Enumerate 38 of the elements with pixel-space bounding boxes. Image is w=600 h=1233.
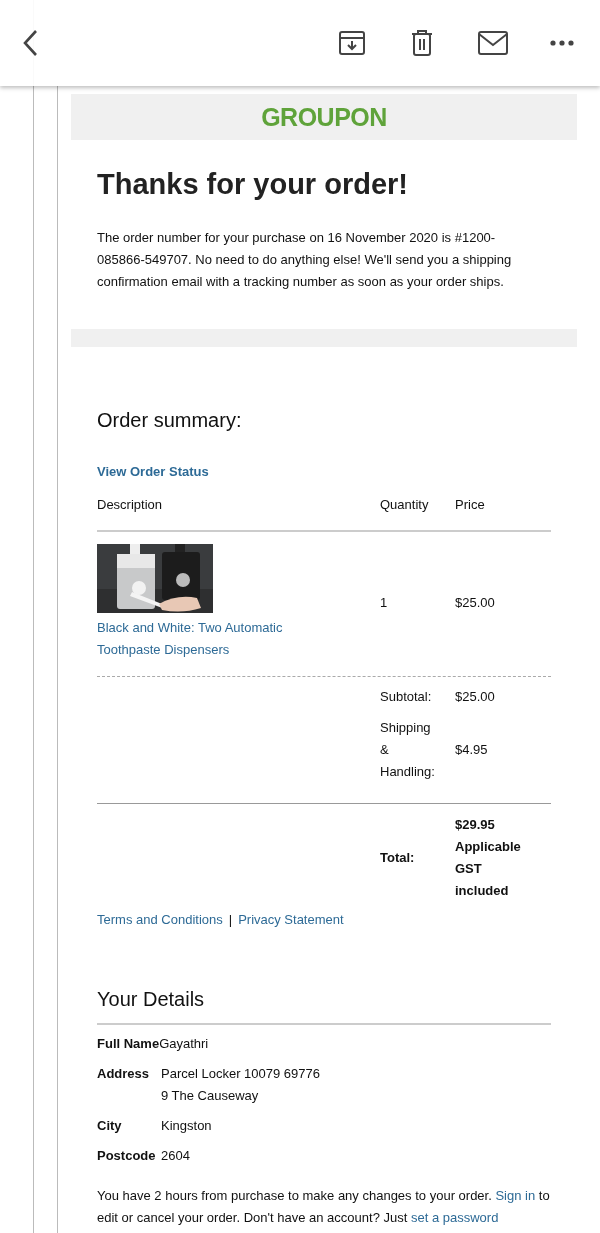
column-header: Quantity [380,496,430,514]
back-icon[interactable] [22,29,38,57]
logo: GROUPON [261,102,387,132]
note-link[interactable]: Sign in [495,1188,536,1203]
total-label: Subtotal: [380,688,433,706]
field-label: Full Name [97,1035,160,1053]
column-header: Price [455,496,486,514]
field-label: Postcode [97,1147,157,1165]
column-header: Description [97,496,164,514]
total-label: Total: [380,849,416,867]
field-label: City [97,1117,123,1135]
product-link[interactable]: Black and White: Two Automatic Toothpaste Dispensers [97,617,297,661]
note-link[interactable]: set a password [410,1210,499,1225]
note-text: You have 2 hours from purchase to make any changes to your order. Sign in to edit or cancel your order. Don't have an account? Just set a password [97,1187,551,1227]
status-link[interactable]: View Order Status [97,464,209,479]
section-heading: Your Details [97,988,551,1025]
footer-link[interactable]: Terms and Conditions [97,912,223,927]
field-value: Parcel Locker 10079 69776 [161,1065,321,1083]
table-cell-text: $25.00 [455,593,496,612]
field-value: 2604 [161,1147,191,1165]
total-value: $4.95 [455,741,489,759]
total-value: $25.00 [455,688,496,706]
trash-icon[interactable] [410,29,434,57]
field-value: 9 The Causeway [161,1087,260,1105]
intro-text: The order number for your purchase on 16 November 2020 is #1200-085866-549707. No need to do anything else! We'll send you a shipping confirmation email with a tracking number as soon as your order ships. [97,229,513,291]
more-icon[interactable] [550,40,574,46]
field-value: Gayathri [159,1035,210,1053]
archive-icon[interactable] [338,29,366,57]
table-cell-text: 1 [380,593,389,612]
mail-icon[interactable] [478,31,508,55]
title: Thanks for your order! [97,168,409,201]
section-heading: Order summary: [97,409,243,432]
total-value: $29.95 Applicable GST included [455,816,522,900]
separator-text: | [228,912,233,927]
field-value: Kingston [161,1117,213,1135]
field-label: Address [97,1065,151,1083]
footer-link[interactable]: Privacy Statement [238,912,344,927]
total-label: Shipping & Handling: [380,719,436,781]
